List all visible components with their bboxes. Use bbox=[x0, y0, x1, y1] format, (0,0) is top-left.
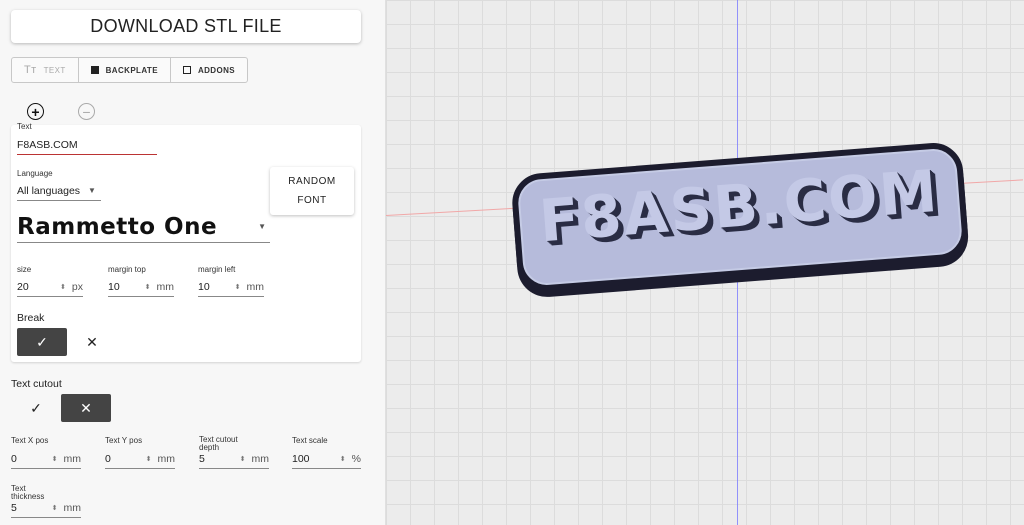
x-pos-input[interactable]: 0 ⬍ mm bbox=[11, 449, 81, 469]
size-value: 20 bbox=[17, 280, 29, 293]
margin-left-input[interactable]: 10 ⬍ mm bbox=[198, 277, 264, 297]
text-input[interactable]: F8ASB.COM bbox=[17, 135, 157, 155]
margin-left-unit: mm bbox=[246, 280, 265, 293]
break-no-button[interactable]: ✕ bbox=[67, 328, 117, 356]
spinner-icon[interactable]: ⬍ bbox=[340, 455, 346, 463]
random-font-line2: FONT bbox=[297, 195, 327, 206]
close-icon: ✕ bbox=[86, 333, 98, 350]
x-pos-label: Text X pos bbox=[11, 436, 49, 445]
font-select[interactable]: Rammetto One ▼ bbox=[17, 211, 270, 243]
random-font-line1: RANDOM bbox=[288, 176, 336, 187]
download-stl-button[interactable]: DOWNLOAD STL FILE bbox=[11, 10, 361, 43]
size-input[interactable]: 20 ⬍ px bbox=[17, 277, 83, 297]
empty-square-icon bbox=[182, 66, 191, 74]
font-value: Rammetto One bbox=[17, 213, 218, 240]
text-label: Text bbox=[17, 122, 32, 131]
x-pos-value: 0 bbox=[11, 452, 17, 465]
text-scale-label: Text scale bbox=[292, 436, 328, 445]
language-value: All languages bbox=[17, 184, 81, 197]
y-pos-label: Text Y pos bbox=[105, 436, 143, 445]
text-thickness-unit: mm bbox=[63, 501, 82, 514]
keychain-model[interactable]: F8ASB.COM bbox=[510, 140, 970, 294]
check-icon: ✓ bbox=[30, 399, 42, 416]
break-yes-button[interactable]: ✓ bbox=[17, 328, 67, 356]
tab-text[interactable]: Tт TEXT bbox=[12, 58, 79, 82]
spinner-icon[interactable]: ⬍ bbox=[60, 283, 66, 291]
margin-left-value: 10 bbox=[198, 280, 210, 293]
chevron-down-icon: ▼ bbox=[258, 222, 266, 231]
language-label: Language bbox=[17, 169, 53, 178]
filled-square-icon bbox=[90, 66, 99, 74]
tab-text-label: TEXT bbox=[43, 65, 66, 75]
close-icon: ✕ bbox=[80, 399, 92, 416]
tab-addons[interactable]: ADDONS bbox=[171, 58, 247, 82]
y-pos-input[interactable]: 0 ⬍ mm bbox=[105, 449, 175, 469]
spinner-icon[interactable]: ⬍ bbox=[146, 455, 152, 463]
margin-top-value: 10 bbox=[108, 280, 120, 293]
settings-panel: DOWNLOAD STL FILE Tт TEXT BACKPLATE ADDO… bbox=[0, 0, 386, 525]
tab-backplate-label: BACKPLATE bbox=[105, 65, 158, 75]
text-thickness-value: 5 bbox=[11, 501, 17, 514]
size-label: size bbox=[17, 265, 32, 274]
text-input-value: F8ASB.COM bbox=[17, 138, 78, 151]
text-settings-card: Text F8ASB.COM Language All languages ▼ … bbox=[11, 122, 361, 362]
check-icon: ✓ bbox=[36, 333, 48, 350]
spinner-icon[interactable]: ⬍ bbox=[52, 504, 58, 512]
tab-backplate[interactable]: BACKPLATE bbox=[79, 58, 171, 82]
cutout-depth-input[interactable]: 5 ⬍ mm bbox=[199, 449, 269, 469]
3d-preview-viewport[interactable]: F8ASB.COM bbox=[386, 0, 1024, 525]
text-scale-input[interactable]: 100 ⬍ % bbox=[292, 449, 361, 469]
editor-tabs: Tт TEXT BACKPLATE ADDONS bbox=[11, 57, 249, 83]
y-pos-value: 0 bbox=[105, 452, 111, 465]
text-scale-value: 100 bbox=[292, 452, 310, 465]
margin-top-input[interactable]: 10 ⬍ mm bbox=[108, 277, 174, 297]
text-thickness-input[interactable]: 5 ⬍ mm bbox=[11, 498, 81, 518]
cutout-no-button[interactable]: ✕ bbox=[61, 394, 111, 422]
spinner-icon[interactable]: ⬍ bbox=[145, 283, 151, 291]
margin-left-label: margin left bbox=[198, 265, 236, 274]
size-unit: px bbox=[71, 280, 83, 293]
x-pos-unit: mm bbox=[63, 452, 82, 465]
spinner-icon[interactable]: ⬍ bbox=[240, 455, 246, 463]
break-label: Break bbox=[17, 312, 45, 324]
margin-top-unit: mm bbox=[156, 280, 175, 293]
text-format-icon: Tт bbox=[24, 64, 37, 76]
margin-top-label: margin top bbox=[108, 265, 146, 274]
cutout-depth-unit: mm bbox=[251, 452, 270, 465]
spinner-icon[interactable]: ⬍ bbox=[235, 283, 241, 291]
tab-addons-label: ADDONS bbox=[197, 65, 236, 75]
text-cutout-label: Text cutout bbox=[11, 378, 62, 390]
spinner-icon[interactable]: ⬍ bbox=[52, 455, 58, 463]
random-font-button[interactable]: RANDOM FONT bbox=[270, 167, 354, 215]
text-scale-unit: % bbox=[351, 452, 361, 465]
y-pos-unit: mm bbox=[157, 452, 176, 465]
remove-line-button[interactable]: − bbox=[78, 103, 95, 120]
cutout-depth-value: 5 bbox=[199, 452, 205, 465]
cutout-yes-button[interactable]: ✓ bbox=[11, 394, 61, 422]
language-select[interactable]: All languages ▼ bbox=[17, 181, 101, 201]
add-line-button[interactable]: + bbox=[27, 103, 44, 120]
chevron-down-icon: ▼ bbox=[88, 186, 96, 195]
